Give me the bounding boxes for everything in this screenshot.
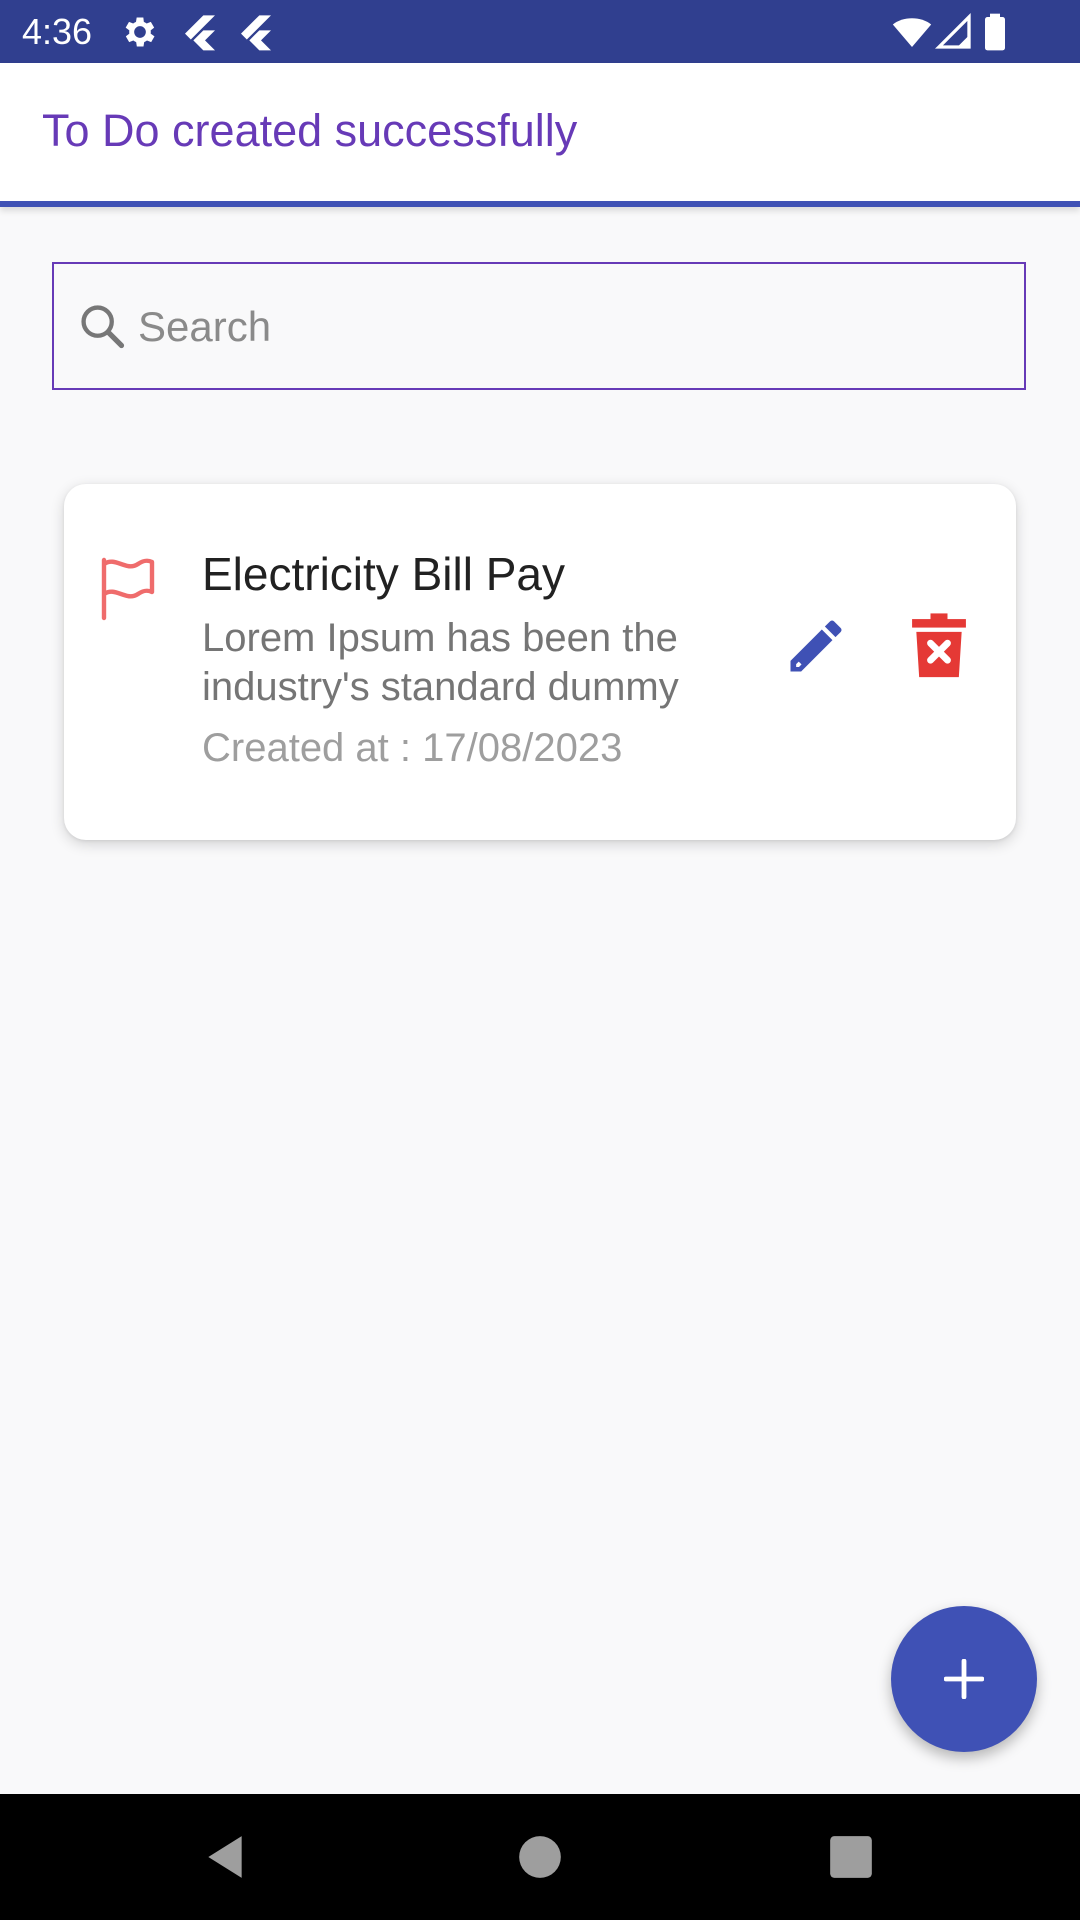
flutter-icon xyxy=(185,15,215,51)
plus-icon xyxy=(944,1659,984,1699)
todo-description: Lorem Ipsum has been the industry's stan… xyxy=(202,616,679,709)
todo-title: Electricity Bill Pay xyxy=(202,548,565,600)
banner-message: To Do created successfully xyxy=(42,105,578,156)
status-time: 4:36 xyxy=(22,11,93,52)
flutter-icon xyxy=(241,15,271,51)
system-nav-bar xyxy=(0,1794,1080,1920)
success-banner: To Do created successfully xyxy=(0,63,1080,207)
search-icon xyxy=(81,305,125,349)
add-todo-button[interactable] xyxy=(891,1606,1037,1752)
todo-card[interactable]: Electricity Bill Pay Lorem Ipsum has bee… xyxy=(64,484,1016,840)
signal-icon xyxy=(934,12,971,49)
recents-icon[interactable] xyxy=(826,1832,876,1882)
delete-icon[interactable] xyxy=(910,612,968,680)
flag-icon xyxy=(101,557,155,621)
home-icon[interactable] xyxy=(515,1832,565,1882)
edit-icon[interactable] xyxy=(782,612,850,680)
todo-created-at: Created at : 17/08/2023 xyxy=(202,726,623,770)
wifi-icon xyxy=(892,18,932,47)
battery-icon xyxy=(985,13,1005,51)
back-icon[interactable] xyxy=(200,1832,250,1882)
status-bar: 4:36 xyxy=(0,0,1080,63)
gear-icon xyxy=(125,17,155,47)
search-bar[interactable] xyxy=(52,262,1026,390)
search-input[interactable] xyxy=(136,264,1000,390)
